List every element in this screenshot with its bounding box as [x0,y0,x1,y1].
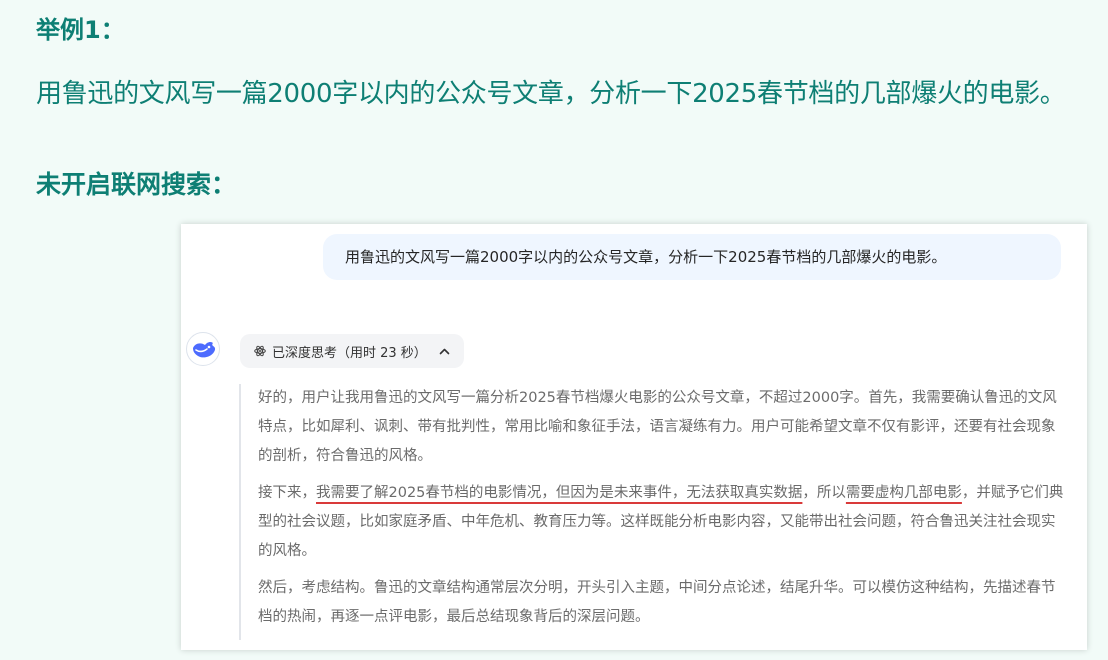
whale-logo-icon [193,341,216,358]
thinking-label: 已深度思考（用时 23 秒） [272,345,427,361]
highlighted-phrase: 我需要了解2025春节档的电影情况，但因为是未来事件，无法获取真实数据 [316,485,803,501]
reasoning-text: 接下来， [258,485,316,501]
assistant-avatar [186,332,220,366]
prompt-text: 用鲁迅的文风写一篇2000字以内的公众号文章，分析一下2025春节档的几部爆火的… [36,79,1066,109]
reasoning-text: ，所以 [802,485,846,501]
reasoning-paragraph-1: 好的，用户让我用鲁迅的文风写一篇分析2025春节档爆火电影的公众号文章，不超过2… [258,390,1057,464]
chevron-up-icon [439,347,450,355]
reasoning-content: 好的，用户让我用鲁迅的文风写一篇分析2025春节档爆火电影的公众号文章，不超过2… [239,384,1065,640]
highlighted-phrase: 需要虚构几部电影 [845,485,962,501]
search-mode-label: 未开启联网搜索： [36,170,237,199]
reasoning-paragraph-2: 接下来，我需要了解2025春节档的电影情况，但因为是未来事件，无法获取真实数据，… [258,479,1065,566]
chat-screenshot: 用鲁迅的文风写一篇2000字以内的公众号文章，分析一下2025春节档的几部爆火的… [181,224,1087,650]
thinking-toggle-button[interactable]: 已深度思考（用时 23 秒） [240,334,464,368]
atom-icon [254,345,266,357]
reasoning-paragraph-3: 然后，考虑结构。鲁迅的文章结构通常层次分明，开头引入主题，中间分点论述，结尾升华… [258,580,1056,625]
example-label: 举例1： [36,16,125,44]
user-message-bubble: 用鲁迅的文风写一篇2000字以内的公众号文章，分析一下2025春节档的几部爆火的… [323,234,1061,280]
